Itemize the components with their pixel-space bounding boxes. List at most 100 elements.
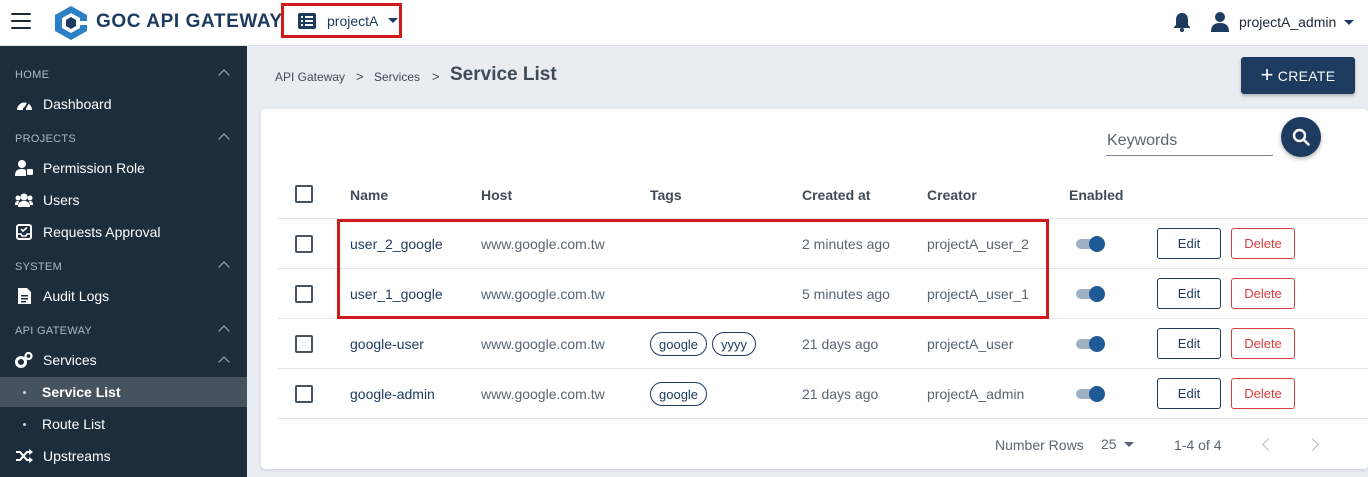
row-checkbox[interactable] xyxy=(295,335,313,353)
divider xyxy=(277,418,1368,419)
sidebar-item-label: Dashboard xyxy=(43,96,112,112)
sidebar-item-dashboard[interactable]: Dashboard xyxy=(0,89,247,119)
row-checkbox[interactable] xyxy=(295,385,313,403)
chevron-up-icon[interactable] xyxy=(218,261,230,273)
enabled-toggle[interactable] xyxy=(1076,286,1106,302)
column-header-name[interactable]: Name xyxy=(350,187,388,203)
breadcrumb-root[interactable]: API Gateway xyxy=(275,70,345,84)
project-select-value: projectA xyxy=(327,12,379,29)
divider xyxy=(277,268,1368,269)
delete-button[interactable]: Delete xyxy=(1231,328,1295,359)
chevron-left-icon[interactable] xyxy=(1262,438,1275,451)
logo-icon xyxy=(55,6,88,40)
sidebar-item-label: Route List xyxy=(42,416,106,432)
chevron-up-icon[interactable] xyxy=(218,133,230,145)
search-icon xyxy=(1292,128,1310,146)
chevron-right-icon[interactable] xyxy=(1306,438,1319,451)
plus-icon: + xyxy=(1260,61,1274,87)
sidebar-item-permission-role[interactable]: Permission Role xyxy=(0,153,247,183)
page-title: Service List xyxy=(450,64,557,85)
edit-button[interactable]: Edit xyxy=(1157,328,1221,359)
sidebar-item-label: Upstreams xyxy=(43,448,111,464)
row-checkbox[interactable] xyxy=(295,285,313,303)
brand-title: GOC API GATEWAY xyxy=(96,11,283,32)
column-header-creator[interactable]: Creator xyxy=(927,187,977,203)
service-name-link[interactable]: user_2_google xyxy=(350,236,443,252)
search-input[interactable] xyxy=(1106,127,1273,155)
sidebar-item-label: Audit Logs xyxy=(43,288,110,304)
create-button-label: CREATE xyxy=(1277,67,1336,84)
sidebar-item-route-list[interactable]: Route List xyxy=(0,409,247,439)
service-name-link[interactable]: google-user xyxy=(350,336,424,352)
sidebar-item-upstreams[interactable]: Upstreams xyxy=(0,441,247,471)
service-host: www.google.com.tw xyxy=(481,286,605,302)
sidebar-item-audit-logs[interactable]: Audit Logs xyxy=(0,281,247,311)
gauge-icon xyxy=(15,96,33,112)
service-created-at: 5 minutes ago xyxy=(802,286,890,302)
menu-icon[interactable] xyxy=(11,13,31,31)
delete-button[interactable]: Delete xyxy=(1231,228,1295,259)
column-header-enabled[interactable]: Enabled xyxy=(1069,187,1123,203)
chevron-down-icon xyxy=(388,18,399,23)
chevron-up-icon[interactable] xyxy=(218,69,230,81)
service-creator: projectA_admin xyxy=(927,386,1025,402)
edit-button[interactable]: Edit xyxy=(1157,228,1221,259)
delete-button[interactable]: Delete xyxy=(1231,378,1295,409)
enabled-toggle[interactable] xyxy=(1076,386,1106,402)
sidebar-section-projects: PROJECTS xyxy=(15,133,77,145)
rows-per-page-label: Number Rows xyxy=(995,437,1084,453)
service-creator: projectA_user xyxy=(927,336,1014,352)
rows-per-page-select[interactable]: 25 xyxy=(1101,436,1117,452)
select-all-checkbox[interactable] xyxy=(295,185,313,203)
chevron-down-icon[interactable] xyxy=(1124,442,1134,447)
service-creator: projectA_user_1 xyxy=(927,286,1029,302)
enabled-toggle[interactable] xyxy=(1076,336,1106,352)
sidebar-item-label: Services xyxy=(43,352,97,368)
chevron-down-icon[interactable] xyxy=(1344,20,1354,25)
tag-chip: google xyxy=(650,382,708,406)
service-created-at: 21 days ago xyxy=(802,336,879,352)
row-checkbox[interactable] xyxy=(295,235,313,253)
sidebar-item-services[interactable]: Services xyxy=(0,345,247,375)
bell-icon[interactable] xyxy=(1173,12,1191,32)
users-icon xyxy=(15,192,33,208)
service-host: www.google.com.tw xyxy=(481,336,605,352)
tag-chip: yyyy xyxy=(712,332,756,356)
sidebar-item-label: Permission Role xyxy=(43,160,145,176)
sidebar-item-users[interactable]: Users xyxy=(0,185,247,215)
create-button[interactable]: + CREATE xyxy=(1241,57,1355,94)
pagination-range: 1-4 of 4 xyxy=(1174,437,1222,453)
column-header-host[interactable]: Host xyxy=(481,187,512,203)
delete-button[interactable]: Delete xyxy=(1231,278,1295,309)
enabled-toggle[interactable] xyxy=(1076,236,1106,252)
edit-button[interactable]: Edit xyxy=(1157,278,1221,309)
sidebar-item-label: Service List xyxy=(42,384,121,400)
service-name-link[interactable]: user_1_google xyxy=(350,286,443,302)
breadcrumb-parent[interactable]: Services xyxy=(374,70,420,84)
service-name-link[interactable]: google-admin xyxy=(350,386,435,402)
user-icon[interactable] xyxy=(1211,12,1229,32)
sidebar-item-label: Requests Approval xyxy=(43,224,161,240)
service-creator: projectA_user_2 xyxy=(927,236,1029,252)
list-icon xyxy=(298,12,316,29)
chevron-up-icon[interactable] xyxy=(218,325,230,337)
project-select[interactable]: projectA xyxy=(281,3,402,38)
user-name[interactable]: projectA_admin xyxy=(1239,14,1336,30)
sidebar-section-api-gateway: API GATEWAY xyxy=(15,325,93,337)
column-header-created-at[interactable]: Created at xyxy=(802,187,870,203)
file-text-icon xyxy=(15,288,33,304)
sidebar-section-home: HOME xyxy=(15,69,50,81)
column-header-tags[interactable]: Tags xyxy=(650,187,682,203)
edit-button[interactable]: Edit xyxy=(1157,378,1221,409)
breadcrumb-separator: > xyxy=(432,69,440,84)
shuffle-icon xyxy=(15,448,33,464)
search-button[interactable] xyxy=(1281,117,1321,157)
sidebar-item-requests-approval[interactable]: Requests Approval xyxy=(0,217,247,247)
sidebar-item-service-list[interactable]: Service List xyxy=(0,377,247,407)
sidebar-section-system: SYSTEM xyxy=(15,261,63,273)
inbox-check-icon xyxy=(15,224,33,240)
top-bar: GOC API GATEWAY projectA projectA_admin xyxy=(0,0,1368,46)
divider xyxy=(277,218,1368,219)
service-host: www.google.com.tw xyxy=(481,236,605,252)
tag-chip: google xyxy=(650,332,708,356)
